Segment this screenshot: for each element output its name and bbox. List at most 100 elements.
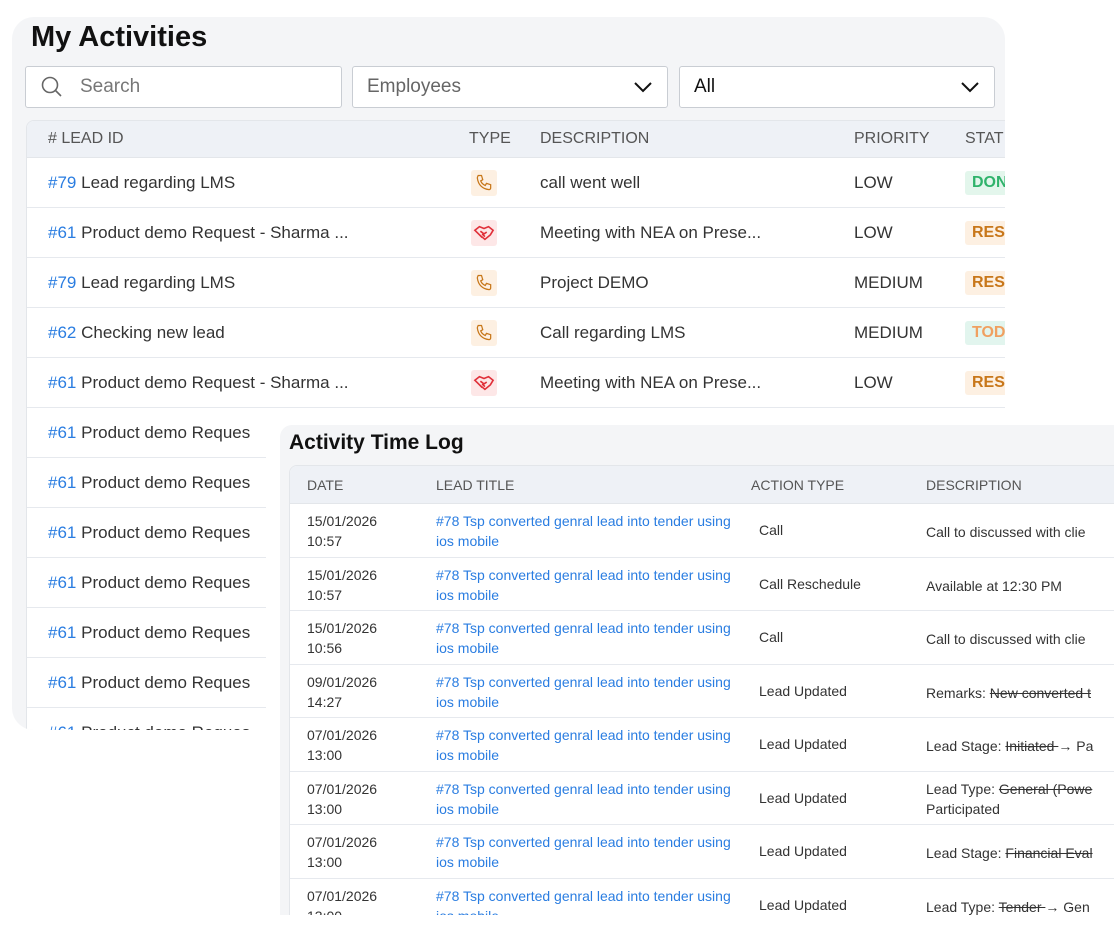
lead-number-link[interactable]: #61: [48, 423, 76, 442]
time: 14:27: [307, 694, 342, 710]
date-cell: 15/01/202610:57: [307, 565, 377, 605]
table-row[interactable]: 15/01/202610:56 #78 Tsp converted genral…: [290, 611, 1114, 665]
lead-id-cell[interactable]: #61 Product demo Reques: [48, 423, 288, 443]
lead-number-link[interactable]: #61: [48, 623, 76, 642]
table-header: DATE LEAD TITLE ACTION TYPE DESCRIPTION: [290, 466, 1114, 504]
new-value: → Pa: [1058, 738, 1093, 754]
employees-select-value: Employees: [367, 76, 461, 98]
lead-id-cell[interactable]: #61 Product demo Request - Sharma ...: [48, 223, 349, 243]
date-cell: 07/01/202613:00: [307, 779, 377, 819]
date-cell: 07/01/202613:00: [307, 886, 377, 916]
old-value: Financial Eval: [1005, 845, 1092, 861]
lead-id-cell[interactable]: #61 Product demo Reques: [48, 573, 288, 593]
lead-id-cell[interactable]: #61 Product demo Reques: [48, 623, 288, 643]
table-row[interactable]: 07/01/202613:00 #78 Tsp converted genral…: [290, 772, 1114, 826]
description-label: Lead Type:: [926, 781, 999, 797]
action-type-cell: Call: [759, 629, 783, 645]
lead-title-link[interactable]: #78 Tsp converted genral lead into tende…: [436, 779, 746, 819]
date: 07/01/2026: [307, 727, 377, 743]
time: 10:57: [307, 587, 342, 603]
lead-id-cell[interactable]: #61 Product demo Reques: [48, 523, 288, 543]
lead-title: Product demo Request - Sharma ...: [81, 223, 348, 242]
lead-title-link[interactable]: #78 Tsp converted genral lead into tende…: [436, 886, 746, 916]
lead-title: Checking new lead: [81, 323, 225, 342]
lead-id-cell[interactable]: #61 Product demo Reques: [48, 723, 288, 730]
column-header: # LEAD ID: [48, 130, 124, 148]
table-row[interactable]: 15/01/202610:57 #78 Tsp converted genral…: [290, 558, 1114, 612]
priority-cell: LOW: [854, 223, 893, 243]
search-input[interactable]: Search: [25, 66, 342, 108]
column-header: LEAD TITLE: [436, 477, 514, 493]
table-row[interactable]: #61 Product demo Request - Sharma ...Mee…: [27, 358, 1005, 408]
table-row[interactable]: #79 Lead regarding LMS Project DEMO MEDIUM…: [27, 258, 1005, 308]
status-select-value: All: [694, 76, 715, 98]
priority-cell: MEDIUM: [854, 323, 923, 343]
table-header: # LEAD ID TYPE DESCRIPTION PRIORITY STAT: [27, 121, 1005, 158]
employees-select[interactable]: Employees: [352, 66, 668, 108]
table-row[interactable]: 09/01/202614:27 #78 Tsp converted genral…: [290, 665, 1114, 719]
status-badge: RES: [965, 371, 1005, 395]
phone-icon: [471, 320, 497, 346]
table-row[interactable]: #61 Product demo Request - Sharma ...Mee…: [27, 208, 1005, 258]
priority-cell: MEDIUM: [854, 273, 923, 293]
old-value: Initiated: [1005, 738, 1058, 754]
lead-number-link[interactable]: #61: [48, 373, 76, 392]
lead-number-link[interactable]: #79: [48, 173, 76, 192]
lead-number-link[interactable]: #62: [48, 323, 76, 342]
lead-title: Product demo Reques: [81, 623, 250, 642]
status-badge: TOD: [965, 321, 1005, 345]
lead-title-link[interactable]: #78 Tsp converted genral lead into tende…: [436, 672, 746, 712]
status-badge: DON: [965, 171, 1005, 195]
lead-title-link[interactable]: #78 Tsp converted genral lead into tende…: [436, 565, 746, 605]
description-cell: Project DEMO: [540, 273, 649, 293]
status-select[interactable]: All: [679, 66, 995, 108]
lead-number-link[interactable]: #61: [48, 673, 76, 692]
lead-title-link[interactable]: #78 Tsp converted genral lead into tende…: [436, 832, 746, 872]
table-row[interactable]: 07/01/202613:00 #78 Tsp converted genral…: [290, 879, 1114, 916]
time-log-table: DATE LEAD TITLE ACTION TYPE DESCRIPTION …: [289, 465, 1114, 915]
lead-title: Product demo Reques: [81, 573, 250, 592]
priority-cell: LOW: [854, 173, 893, 193]
table-row[interactable]: 07/01/202613:00 #78 Tsp converted genral…: [290, 825, 1114, 879]
description-label: Remarks:: [926, 685, 990, 701]
date-cell: 07/01/2026 13:00: [307, 725, 377, 765]
description-cell: Available at 12:30 PM: [926, 576, 1062, 596]
lead-title-link[interactable]: #78 Tsp converted genral lead into tende…: [436, 511, 746, 551]
lead-number-link[interactable]: #79: [48, 273, 76, 292]
table-row[interactable]: 07/01/2026 13:00 #78 Tsp converted genral…: [290, 718, 1114, 772]
lead-id-cell[interactable]: #79 Lead regarding LMS: [48, 273, 235, 293]
column-header: STAT: [965, 130, 1004, 148]
lead-number-link[interactable]: #61: [48, 473, 76, 492]
lead-title: Product demo Reques: [81, 473, 250, 492]
status-badge: RES: [965, 221, 1005, 245]
lead-id-cell[interactable]: #61 Product demo Reques: [48, 673, 288, 693]
lead-title-link[interactable]: #78 Tsp converted genral lead into tende…: [436, 618, 746, 658]
description-cell: call went well: [540, 173, 640, 193]
action-type-cell: Call: [759, 522, 783, 538]
lead-id-cell[interactable]: #61 Product demo Reques: [48, 473, 288, 493]
activity-time-log-panel: Activity Time Log DATE LEAD TITLE ACTION…: [266, 420, 1114, 929]
table-row[interactable]: #62 Checking new leadCall regarding LMSM…: [27, 308, 1005, 358]
description-label: Call to discussed with clie: [926, 631, 1086, 647]
column-header: ACTION TYPE: [751, 477, 844, 493]
lead-title: Product demo Reques: [81, 523, 250, 542]
description-continued: Participated: [926, 801, 1000, 817]
lead-number-link[interactable]: #61: [48, 573, 76, 592]
time: 10:57: [307, 533, 342, 549]
description-cell: Call to discussed with clie: [926, 522, 1086, 542]
table-row[interactable]: 15/01/202610:57 #78 Tsp converted genral…: [290, 504, 1114, 558]
lead-number-link[interactable]: #61: [48, 723, 76, 730]
lead-id-cell[interactable]: #62 Checking new lead: [48, 323, 225, 343]
lead-id-cell[interactable]: #79 Lead regarding LMS: [48, 173, 235, 193]
lead-title-link[interactable]: #78 Tsp converted genral lead into tende…: [436, 725, 746, 765]
lead-id-cell[interactable]: #61 Product demo Request - Sharma ...: [48, 373, 349, 393]
time: 13:00: [307, 747, 342, 763]
date-cell: 07/01/202613:00: [307, 832, 377, 872]
lead-title: Lead regarding LMS: [81, 173, 235, 192]
column-header: PRIORITY: [854, 130, 930, 148]
table-row[interactable]: #79 Lead regarding LMS call went well LOW D…: [27, 158, 1005, 208]
lead-number-link[interactable]: #61: [48, 523, 76, 542]
lead-number-link[interactable]: #61: [48, 223, 76, 242]
page-title: My Activities: [31, 21, 207, 54]
description-cell: Remarks: New converted t: [926, 683, 1091, 703]
